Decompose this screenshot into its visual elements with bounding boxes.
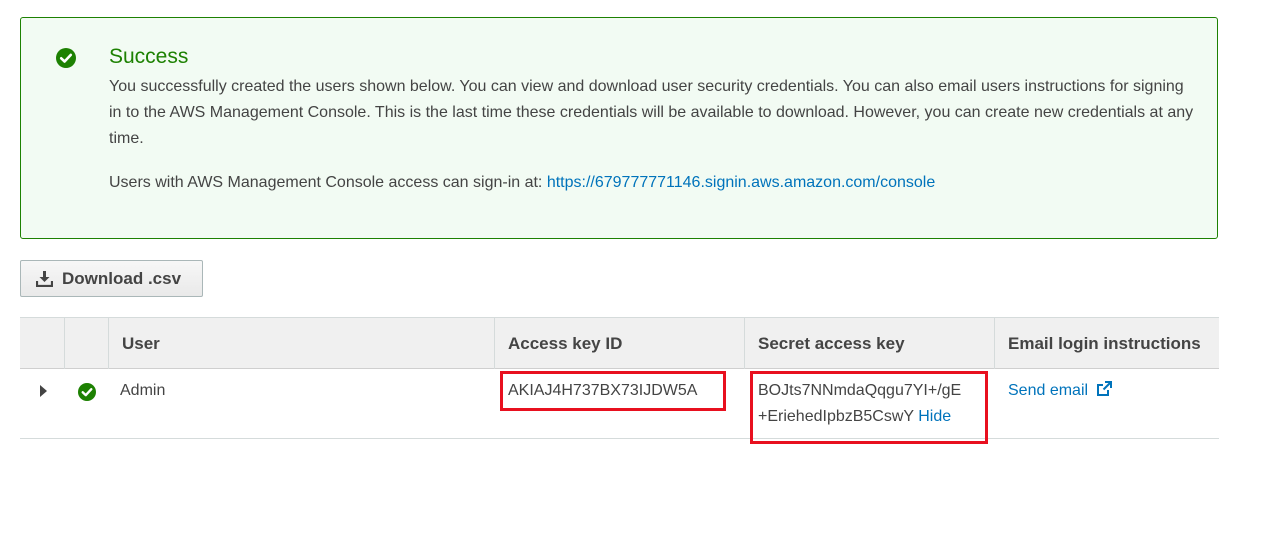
alert-message: You successfully created the users shown…	[109, 78, 1194, 147]
header-secret-access-key[interactable]: Secret access key	[744, 318, 995, 369]
download-icon	[36, 271, 53, 287]
check-circle-icon	[56, 48, 76, 68]
table-header: User Access key ID Secret access key Ema…	[20, 317, 1219, 369]
header-expand-col	[20, 318, 65, 369]
header-status-col	[64, 318, 109, 369]
send-email-cell: Send email	[1008, 378, 1113, 404]
expand-row-caret-icon[interactable]	[40, 385, 47, 397]
header-access-key-id[interactable]: Access key ID	[494, 318, 745, 369]
check-circle-icon	[78, 383, 96, 401]
secret-key-line-2: +EriehedIpbzB5CswY Hide	[758, 404, 961, 430]
download-csv-button[interactable]: Download .csv	[20, 260, 203, 297]
signin-url-link[interactable]: https://679777771146.signin.aws.amazon.c…	[547, 174, 935, 191]
hide-secret-link[interactable]: Hide	[918, 408, 951, 425]
secret-key-line-2-text: +EriehedIpbzB5CswY	[758, 408, 914, 425]
external-link-icon[interactable]	[1096, 380, 1113, 397]
user-name: Admin	[120, 382, 166, 399]
secret-key-line-1: BOJts7NNmdaQqgu7YI+/gE	[758, 382, 962, 399]
access-key-id-value: AKIAJ4H737BX73IJDW5A	[508, 382, 698, 399]
secret-key-value: BOJts7NNmdaQqgu7YI+/gE +EriehedIpbzB5Csw…	[758, 378, 961, 430]
alert-title: Success	[109, 45, 189, 68]
success-alert: Success You successfully created the use…	[20, 17, 1218, 239]
send-email-link[interactable]: Send email	[1008, 382, 1088, 399]
header-user[interactable]: User	[108, 318, 495, 369]
table-row: Admin AKIAJ4H737BX73IJDW5A BOJts7NNmdaQq…	[20, 369, 1219, 444]
download-csv-label: Download .csv	[62, 268, 182, 288]
signin-line: Users with AWS Management Console access…	[109, 171, 935, 195]
signin-prefix: Users with AWS Management Console access…	[109, 174, 547, 191]
header-email-login-instructions[interactable]: Email login instructions	[994, 318, 1219, 369]
